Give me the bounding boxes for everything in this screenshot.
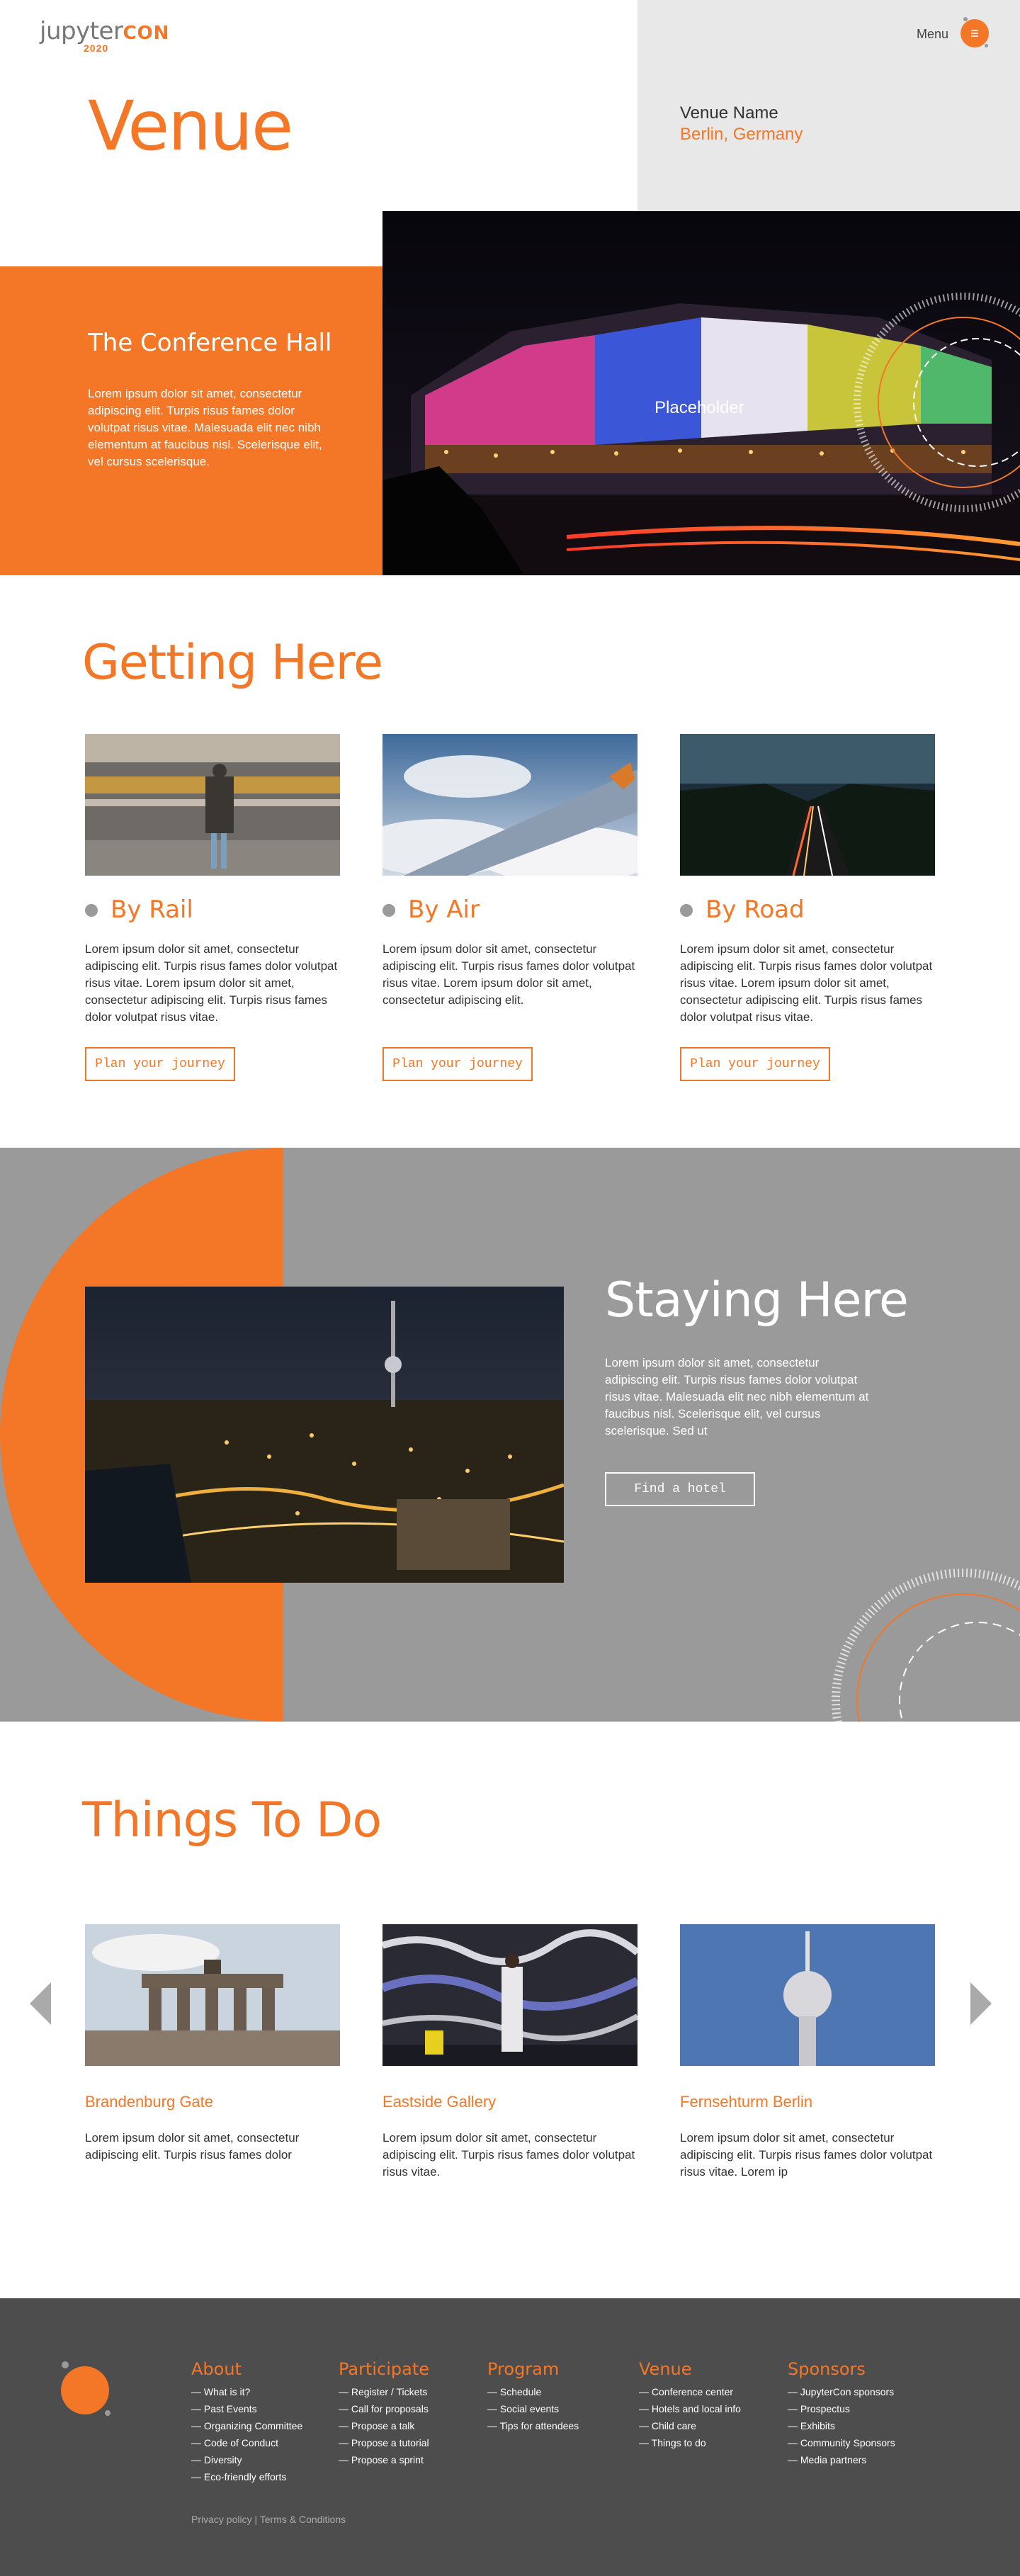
menu-label[interactable]: Menu xyxy=(917,27,948,42)
plan-journey-button-air[interactable]: Plan your journey xyxy=(382,1047,533,1081)
footer-link[interactable]: — Things to do xyxy=(639,2434,741,2451)
logo-con: CON xyxy=(123,23,170,44)
things-to-do-title: Things To Do xyxy=(82,1792,382,1848)
find-hotel-button[interactable]: Find a hotel xyxy=(605,1472,755,1506)
logo-year: 2020 xyxy=(84,43,109,54)
getting-here-title: Getting Here xyxy=(82,635,383,691)
footer-legal-links[interactable]: Privacy policy | Terms & Conditions xyxy=(191,2514,346,2525)
image-placeholder-label: Placeholder xyxy=(654,398,744,417)
footer-col-program: Program — Schedule — Social events — Tip… xyxy=(487,2359,579,2434)
plan-journey-button-rail[interactable]: Plan your journey xyxy=(85,1047,235,1081)
road-image xyxy=(680,734,935,876)
footer-link[interactable]: — Schedule xyxy=(487,2383,579,2400)
footer-col-about: About — What is it? — Past Events — Orga… xyxy=(191,2359,302,2485)
conference-hall-image xyxy=(382,211,1020,575)
card-text-rail: Lorem ipsum dolor sit amet, consectetur … xyxy=(85,942,338,1024)
footer-link[interactable]: — Exhibits xyxy=(788,2417,895,2434)
fernsehturm-image xyxy=(680,1924,935,2066)
thing-text-eastside: Lorem ipsum dolor sit amet, consectetur … xyxy=(382,2131,635,2179)
footer-link[interactable]: — Organizing Committee xyxy=(191,2417,302,2434)
footer-link[interactable]: — Propose a tutorial xyxy=(339,2434,429,2451)
footer-link[interactable]: — Diversity xyxy=(191,2451,302,2468)
air-image xyxy=(382,734,638,876)
footer-link[interactable]: — Hotels and local info xyxy=(639,2400,741,2417)
staying-here-title: Staying Here xyxy=(605,1272,909,1328)
thing-title-fernsehturm[interactable]: Fernsehturm Berlin xyxy=(680,2093,812,2111)
footer-col-participate: Participate — Register / Tickets — Call … xyxy=(339,2359,429,2468)
card-heading-road: By Road xyxy=(706,896,805,924)
footer-link[interactable]: — Community Sponsors xyxy=(788,2434,895,2451)
footer-link[interactable]: — Prospectus xyxy=(788,2400,895,2417)
bullet-icon xyxy=(382,904,395,917)
hamburger-icon[interactable] xyxy=(960,19,989,47)
footer-link[interactable]: — Propose a sprint xyxy=(339,2451,429,2468)
rail-image xyxy=(85,734,340,876)
card-heading-air: By Air xyxy=(408,896,480,924)
eastside-gallery-image xyxy=(382,1924,638,2066)
thing-text-fernsehturm: Lorem ipsum dolor sit amet, consectetur … xyxy=(680,2131,933,2179)
venue-name: Venue Name xyxy=(680,103,778,123)
carousel-prev-arrow-icon[interactable] xyxy=(30,1982,51,2025)
card-text-air: Lorem ipsum dolor sit amet, consectetur … xyxy=(382,942,635,1007)
staying-here-text: Lorem ipsum dolor sit amet, consectetur … xyxy=(605,1356,869,1437)
carousel-next-arrow-icon[interactable] xyxy=(970,1982,992,2025)
bullet-icon xyxy=(680,904,693,917)
footer-col-sponsors: Sponsors — JupyterCon sponsors — Prospec… xyxy=(788,2359,895,2468)
logo-word: jupyter xyxy=(40,17,123,45)
menu-decor-dot xyxy=(985,44,988,47)
footer-head-participate[interactable]: Participate xyxy=(339,2359,429,2379)
venue-city: Berlin, Germany xyxy=(680,125,803,144)
footer-head-venue[interactable]: Venue xyxy=(639,2359,741,2379)
footer-link[interactable]: — Tips for attendees xyxy=(487,2417,579,2434)
footer-link[interactable]: — Eco-friendly efforts xyxy=(191,2468,302,2485)
jupytercon-logo[interactable]: jupyterCON 2020 xyxy=(40,17,174,54)
footer-link[interactable]: — Code of Conduct xyxy=(191,2434,302,2451)
page-title: Venue xyxy=(88,86,293,166)
footer-link[interactable]: — Media partners xyxy=(788,2451,895,2468)
footer-head-program[interactable]: Program xyxy=(487,2359,579,2379)
conference-hall-text: Lorem ipsum dolor sit amet, consectetur … xyxy=(88,387,322,468)
plan-journey-button-road[interactable]: Plan your journey xyxy=(680,1047,830,1081)
bullet-icon xyxy=(85,904,98,917)
card-heading-rail: By Rail xyxy=(110,896,193,924)
thing-title-brandenburg[interactable]: Brandenburg Gate xyxy=(85,2093,213,2111)
footer-link[interactable]: — Register / Tickets xyxy=(339,2383,429,2400)
footer-head-sponsors[interactable]: Sponsors xyxy=(788,2359,895,2379)
footer-link[interactable]: — JupyterCon sponsors xyxy=(788,2383,895,2400)
footer-link[interactable]: — Propose a talk xyxy=(339,2417,429,2434)
berlin-night-image xyxy=(85,1287,564,1583)
footer-link[interactable]: — Social events xyxy=(487,2400,579,2417)
brandenburg-gate-image xyxy=(85,1924,340,2066)
footer-link[interactable]: — Child care xyxy=(639,2417,741,2434)
thing-text-brandenburg: Lorem ipsum dolor sit amet, consectetur … xyxy=(85,2131,300,2162)
footer-link[interactable]: — What is it? xyxy=(191,2383,302,2400)
footer-link[interactable]: — Conference center xyxy=(639,2383,741,2400)
card-text-road: Lorem ipsum dolor sit amet, consectetur … xyxy=(680,942,933,1024)
footer-col-venue: Venue — Conference center — Hotels and l… xyxy=(639,2359,741,2451)
conference-hall-title: The Conference Hall xyxy=(88,329,332,357)
footer-head-about[interactable]: About xyxy=(191,2359,302,2379)
footer-logo-icon xyxy=(61,2361,110,2416)
footer-link[interactable]: — Call for proposals xyxy=(339,2400,429,2417)
thing-title-eastside[interactable]: Eastside Gallery xyxy=(382,2093,496,2111)
footer-link[interactable]: — Past Events xyxy=(191,2400,302,2417)
